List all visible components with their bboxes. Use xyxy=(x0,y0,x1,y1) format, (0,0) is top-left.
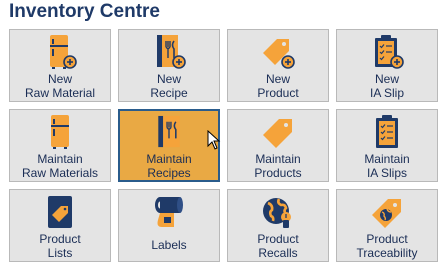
page-title: Inventory Centre xyxy=(9,1,160,22)
maintain-ia-slips-tile[interactable]: Maintain IA Slips xyxy=(336,109,438,182)
tile-label: New IA Slip xyxy=(369,72,405,100)
maintain-raw-materials-tile[interactable]: Maintain Raw Materials xyxy=(9,109,111,182)
tile-label: Maintain Raw Materials xyxy=(21,152,99,180)
recipe-book-icon xyxy=(158,115,180,148)
inventory-tile-grid: NewRaw Material NewRecipe NewProduct xyxy=(9,29,438,262)
tile-label: Labels xyxy=(151,238,187,252)
tag-add-icon xyxy=(263,39,295,69)
tile-label: Product Lists xyxy=(39,232,81,260)
tile-label: Product Traceability xyxy=(356,232,418,260)
fridge-add-icon xyxy=(50,35,77,69)
tile-label: New Recipe xyxy=(150,72,188,100)
maintain-recipes-tile[interactable]: Maintain Recipes xyxy=(118,109,221,182)
tile-label: Maintain Products xyxy=(254,152,302,180)
maintain-products-tile[interactable]: Maintain Products xyxy=(227,109,329,182)
clipboard-add-icon xyxy=(375,35,404,69)
recipe-book-add-icon xyxy=(157,35,186,69)
tag-globe-icon xyxy=(372,199,401,228)
tile-label: Maintain Recipes xyxy=(146,152,192,180)
mouse-cursor-icon xyxy=(207,130,221,150)
new-raw-material-tile[interactable]: New Raw Material xyxy=(9,29,111,102)
label-roll-icon xyxy=(155,197,183,227)
new-product-tile[interactable]: New Product xyxy=(227,29,329,102)
tile-label: Maintain IA Slips xyxy=(364,152,410,180)
labels-tile[interactable]: Labels xyxy=(118,189,220,262)
tile-label: New Product xyxy=(257,72,299,100)
tile-label: Product Recalls xyxy=(257,232,299,260)
product-list-icon xyxy=(48,196,72,228)
new-recipe-tile[interactable]: New Recipe xyxy=(118,29,220,102)
new-ia-slip-tile[interactable]: New IA Slip xyxy=(336,29,438,102)
product-lists-tile[interactable]: Product Lists xyxy=(9,189,111,262)
tag-icon xyxy=(263,119,292,148)
product-recalls-tile[interactable]: Product Recalls xyxy=(227,189,329,262)
clipboard-icon xyxy=(376,115,398,148)
fridge-icon xyxy=(51,115,69,149)
globe-recall-icon xyxy=(263,198,291,228)
product-traceability-tile[interactable]: Product Traceability xyxy=(336,189,438,262)
tile-label: New Raw Material xyxy=(24,72,96,100)
